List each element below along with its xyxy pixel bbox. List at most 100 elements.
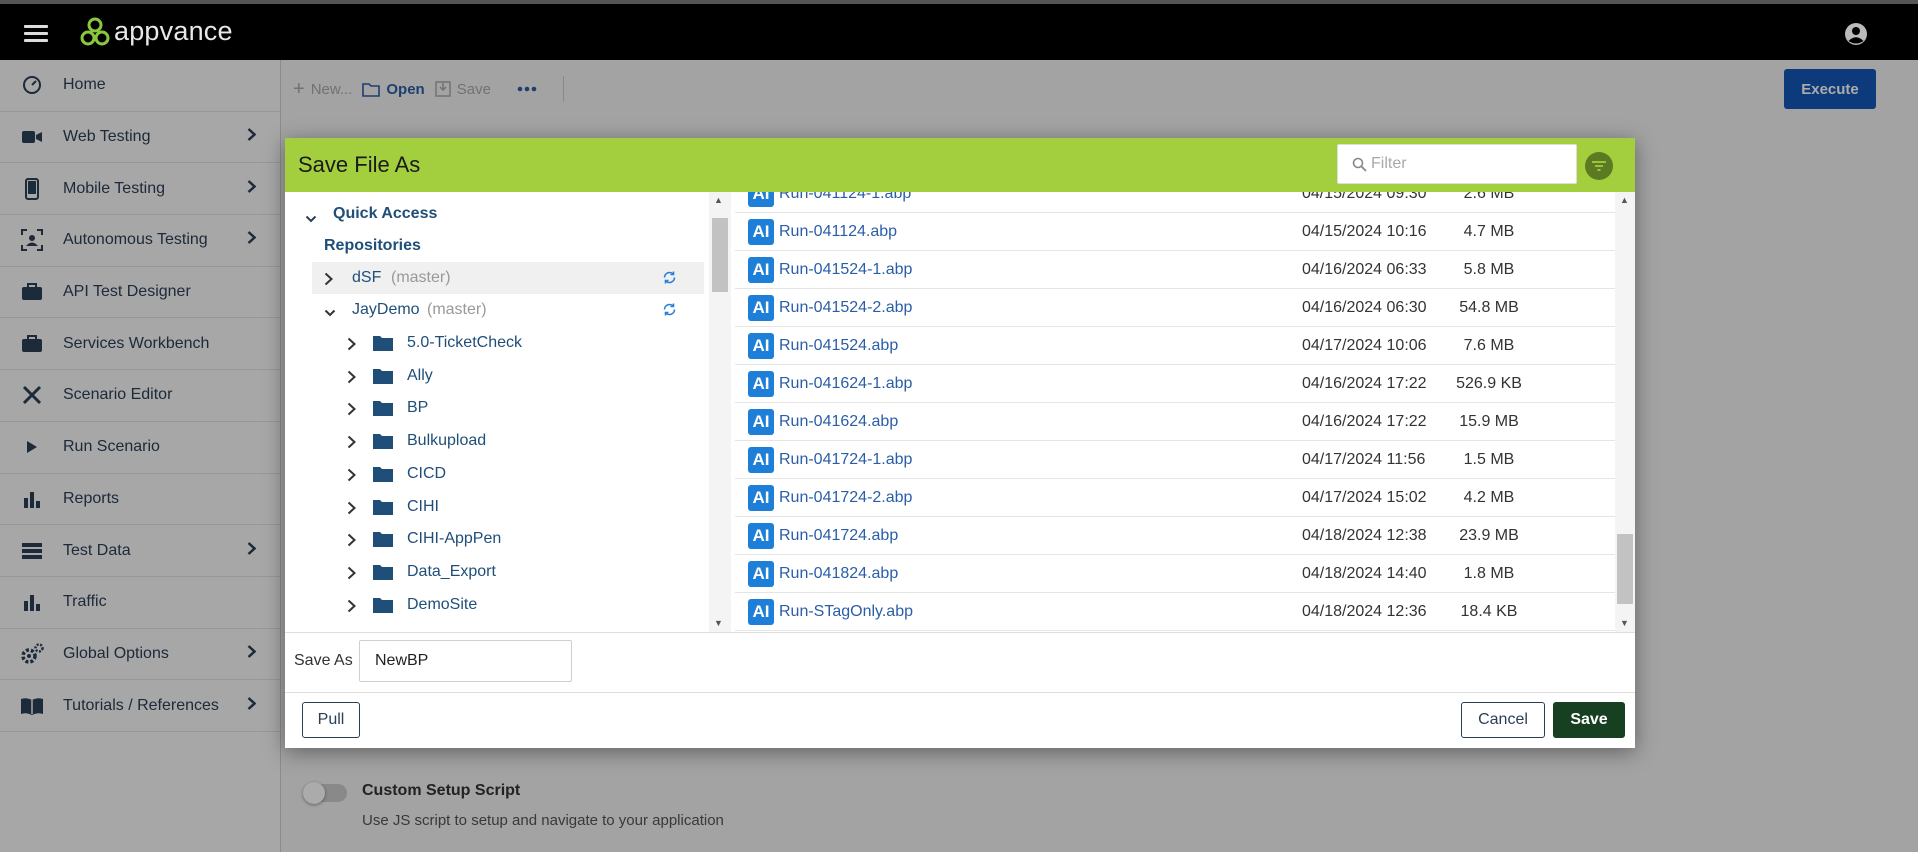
abp-file-icon: AI (748, 598, 774, 625)
tree-folder[interactable]: CIHI (285, 491, 711, 523)
dialog-title: Save File As (298, 152, 421, 177)
file-size: 2.6 MB (1463, 192, 1515, 202)
sync-icon[interactable] (662, 302, 677, 322)
divider (285, 632, 1635, 633)
file-list: AI Run-041124-1.abp 04/15/2024 09:30 2.6… (735, 192, 1615, 632)
tree-folder[interactable]: DemoSite (285, 589, 711, 621)
chevron-right-icon (347, 402, 356, 421)
sync-icon[interactable] (662, 270, 677, 290)
filter-input[interactable] (1371, 155, 1571, 173)
chevron-right-icon (347, 599, 356, 618)
folder-icon (372, 367, 394, 390)
tree-folder[interactable]: CIHI-AppPen (285, 523, 711, 555)
file-row[interactable]: AI Run-041124-1.abp 04/15/2024 09:30 2.6… (735, 192, 1615, 213)
file-size: 23.9 MB (1459, 526, 1519, 544)
filter-box (1337, 144, 1577, 184)
file-size: 4.7 MB (1463, 222, 1515, 240)
abp-file-icon: AI (748, 522, 774, 549)
chevron-right-icon (347, 468, 356, 487)
tree-scrollbar[interactable]: ▲ ▼ (709, 192, 731, 632)
file-name: Run-041524-1.abp (779, 260, 913, 278)
folder-icon (372, 399, 394, 422)
tree-repo-dsf[interactable]: dSF (master) (312, 262, 704, 294)
chevron-right-icon (347, 533, 356, 552)
user-account-icon[interactable] (1844, 22, 1868, 51)
save-file-as-dialog: Save File As Quick AccessRepositories dS… (285, 138, 1635, 748)
file-row[interactable]: AI Run-041124.abp 04/15/2024 10:16 4.7 M… (735, 213, 1615, 251)
file-date: 04/17/2024 10:06 (1302, 336, 1427, 354)
file-row[interactable]: AI Run-041624.abp 04/16/2024 17:22 15.9 … (735, 403, 1615, 441)
tree-folder[interactable]: CICD (285, 458, 711, 490)
search-icon (1352, 157, 1367, 172)
file-size: 7.6 MB (1463, 336, 1515, 354)
abp-file-icon: AI (748, 218, 774, 245)
file-size: 5.8 MB (1463, 260, 1515, 278)
file-size: 526.9 KB (1456, 374, 1522, 392)
divider (285, 692, 1635, 693)
abp-file-icon: AI (748, 446, 774, 473)
dialog-header: Save File As (285, 138, 1635, 192)
abp-file-icon: AI (748, 408, 774, 435)
pull-button[interactable]: Pull (302, 702, 360, 738)
file-row[interactable]: AI Run-041824.abp 04/18/2024 14:40 1.8 M… (735, 555, 1615, 593)
chevron-right-icon (347, 370, 356, 389)
file-date: 04/16/2024 17:22 (1302, 374, 1427, 392)
file-row[interactable]: AI Run-STagOnly.abp 04/18/2024 12:36 18.… (735, 593, 1615, 631)
file-date: 04/16/2024 17:22 (1302, 412, 1427, 430)
abp-file-icon: AI (748, 560, 774, 587)
tree-quick-access[interactable]: Quick Access (285, 198, 711, 230)
tree-folder[interactable]: BP (285, 392, 711, 424)
file-date: 04/18/2024 12:36 (1302, 602, 1427, 620)
tree-scroll-thumb[interactable] (712, 218, 728, 292)
folder-icon (372, 530, 394, 553)
abp-file-icon: AI (748, 256, 774, 283)
file-row[interactable]: AI Run-041524.abp 04/17/2024 10:06 7.6 M… (735, 327, 1615, 365)
file-name: Run-041624-1.abp (779, 374, 913, 392)
file-name: Run-041724.abp (779, 526, 899, 544)
tree-folder[interactable]: Data_Export (285, 556, 711, 588)
file-scroll-thumb[interactable] (1617, 534, 1633, 604)
cancel-button[interactable]: Cancel (1461, 702, 1545, 738)
file-date: 04/18/2024 14:40 (1302, 564, 1427, 582)
file-name: Run-041724-2.abp (779, 488, 913, 506)
folder-icon (372, 498, 394, 521)
file-size: 4.2 MB (1463, 488, 1515, 506)
file-row[interactable]: AI Run-041724-1.abp 04/17/2024 11:56 1.5… (735, 441, 1615, 479)
file-list-scrollbar[interactable]: ▲ ▼ (1615, 192, 1635, 632)
scroll-down-icon[interactable]: ▼ (714, 618, 723, 628)
appvance-logo-icon (80, 17, 110, 45)
file-row[interactable]: AI Run-041524-1.abp 04/16/2024 06:33 5.8… (735, 251, 1615, 289)
scroll-down-icon[interactable]: ▼ (1620, 618, 1629, 628)
file-date: 04/17/2024 15:02 (1302, 488, 1427, 506)
save-button[interactable]: Save (1553, 702, 1625, 738)
file-name: Run-041124-1.abp (779, 192, 912, 202)
scroll-up-icon[interactable]: ▲ (714, 195, 723, 205)
file-name: Run-041124.abp (779, 222, 898, 240)
tree-repositories[interactable]: Repositories (285, 230, 711, 262)
file-row[interactable]: AI Run-041724.abp 04/18/2024 12:38 23.9 … (735, 517, 1615, 555)
file-date: 04/15/2024 10:16 (1302, 222, 1427, 240)
file-size: 1.8 MB (1463, 564, 1515, 582)
save-as-input[interactable] (359, 640, 572, 682)
scroll-up-icon[interactable]: ▲ (1620, 195, 1629, 205)
tree-folder[interactable]: Bulkupload (285, 425, 711, 457)
chevron-down-icon (305, 210, 317, 228)
file-name: Run-041524.abp (779, 336, 899, 354)
file-name: Run-041824.abp (779, 564, 899, 582)
folder-icon (372, 563, 394, 586)
file-row[interactable]: AI Run-041524-2.abp 04/16/2024 06:30 54.… (735, 289, 1615, 327)
filter-options-icon[interactable] (1585, 152, 1613, 180)
tree-folder[interactable]: Ally (285, 360, 711, 392)
folder-icon (372, 432, 394, 455)
file-date: 04/16/2024 06:33 (1302, 260, 1427, 278)
file-row[interactable]: AI Run-041724-2.abp 04/17/2024 15:02 4.2… (735, 479, 1615, 517)
tree-folder[interactable]: 5.0-TicketCheck (285, 327, 711, 359)
file-size: 54.8 MB (1459, 298, 1519, 316)
chevron-right-icon (324, 272, 333, 291)
file-name: Run-STagOnly.abp (779, 602, 913, 620)
abp-file-icon: AI (748, 192, 774, 207)
hamburger-menu-icon[interactable] (24, 25, 48, 43)
file-row[interactable]: AI Run-041624-1.abp 04/16/2024 17:22 526… (735, 365, 1615, 403)
file-date: 04/15/2024 09:30 (1302, 192, 1427, 202)
tree-repo-jaydemo[interactable]: JayDemo (master) (312, 294, 704, 326)
